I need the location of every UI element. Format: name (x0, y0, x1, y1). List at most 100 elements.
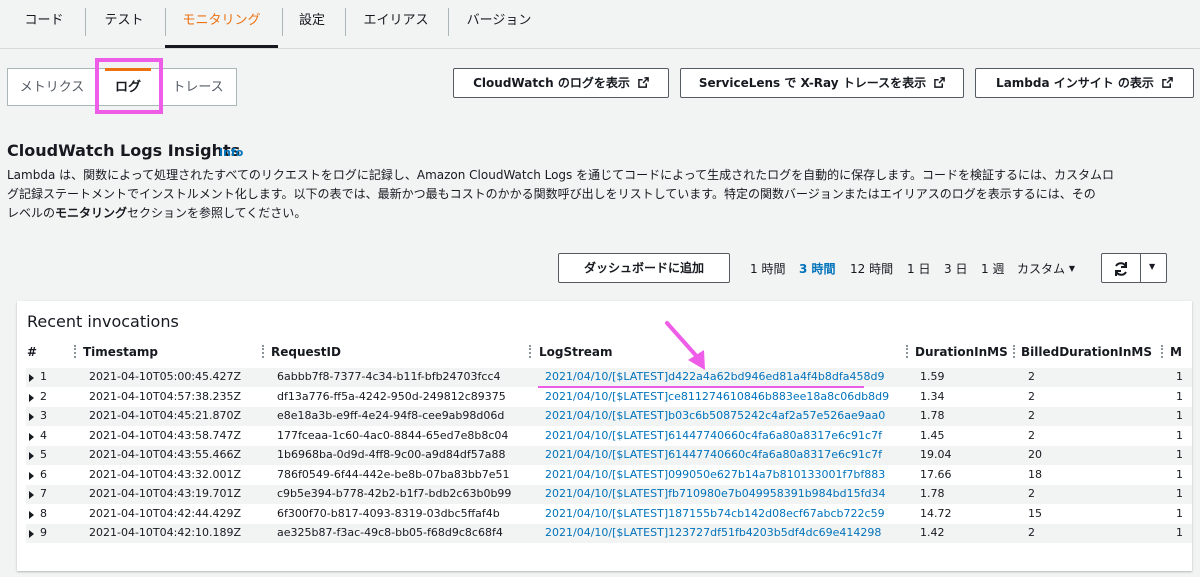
log-stream-link[interactable]: 2021/04/10/[$LATEST]d422a4a62bd946ed81a4… (545, 370, 884, 383)
log-stream-link[interactable]: 2021/04/10/[$LATEST]61447740660c4fa6a80a… (545, 448, 882, 461)
subtab-metrics[interactable]: メトリクス (7, 68, 97, 106)
column-resize-handle[interactable] (262, 345, 267, 358)
column-header[interactable]: M (1170, 345, 1182, 359)
request-id-cell: 1b6968ba-0d9d-4ff8-9c00-a9d84df57a88 (277, 448, 506, 461)
range-12h[interactable]: 12 時間 (850, 260, 893, 277)
view-cloudwatch-logs-label: CloudWatch のログを表示 (473, 76, 630, 90)
tab-divider (282, 8, 283, 36)
expand-row-icon[interactable] (29, 432, 34, 441)
column-header[interactable]: BilledDurationInMS (1021, 345, 1152, 359)
tab-versions[interactable]: バージョン (456, 0, 542, 47)
row-number: 3 (40, 409, 47, 422)
expand-row-icon[interactable] (29, 452, 34, 460)
log-stream-link[interactable]: 2021/04/10/[$LATEST]099050e627b14a7b8101… (545, 468, 885, 481)
expand-row-icon[interactable] (29, 491, 34, 499)
billed-duration-cell: 2 (1028, 389, 1035, 403)
row-number: 2 (40, 389, 47, 403)
column-header[interactable]: RequestID (271, 345, 341, 359)
external-link-icon (1162, 77, 1173, 88)
column-header[interactable]: Timestamp (83, 345, 158, 359)
memory-cell: 1 (1176, 526, 1183, 539)
expand-row-icon[interactable] (29, 413, 34, 421)
table-row[interactable]: 1 2021-04-10T05:00:45.427Z 6abbb7f8-7377-4… (26, 368, 1192, 387)
memory-cell: 1 (1176, 448, 1183, 461)
range-1d[interactable]: 1 日 (907, 260, 930, 277)
description-text: レベルの (7, 206, 56, 220)
caret-down-icon: ▼ (1068, 264, 1075, 273)
timestamp-cell: 2021-04-10T04:42:10.189Z (89, 526, 242, 539)
custom-range-dropdown[interactable]: カスタム ▼ (1017, 260, 1075, 277)
view-xray-traces-button[interactable]: ServiceLens で X-Ray トレースを表示 (680, 68, 964, 98)
range-3h[interactable]: 3 時間 (799, 260, 836, 277)
range-1h[interactable]: 1 時間 (750, 260, 785, 277)
tab-aliases[interactable]: エイリアス (352, 0, 440, 47)
table-row[interactable]: 7 2021-04-10T04:43:19.701Z c9b5e394-b778-4… (26, 485, 1192, 504)
expand-row-icon[interactable] (29, 510, 34, 519)
tab-test[interactable]: テスト (92, 0, 156, 47)
row-number: 7 (40, 487, 47, 500)
billed-duration-cell: 2 (1028, 526, 1035, 539)
view-xray-traces-label: ServiceLens で X-Ray トレースを表示 (698, 76, 927, 90)
expand-row-icon[interactable] (29, 374, 34, 382)
description-line: Lambda は、関数によって処理されたすべてのリクエストをログに記録し、Ama… (7, 168, 1114, 182)
timestamp-cell: 2021-04-10T05:00:45.427Z (89, 370, 242, 383)
memory-cell: 1 (1176, 506, 1183, 520)
duration-cell: 1.78 (920, 409, 945, 422)
section-title: CloudWatch Logs Insights (7, 141, 241, 160)
request-id-cell: 6f300f70-b817-4093-8319-03dbc5ffaf4b (277, 506, 500, 520)
table-row[interactable]: 6 2021-04-10T04:43:32.001Z 786f0549-6f44-4… (26, 466, 1192, 485)
annotation-highlight-box (95, 58, 163, 114)
range-1w[interactable]: 1 週 (981, 260, 1004, 277)
subtab-traces[interactable]: トレース (159, 68, 237, 106)
view-cloudwatch-logs-button[interactable]: CloudWatch のログを表示 (453, 68, 669, 98)
request-id-cell: 786f0549-6f44-442e-be8b-07ba83bb7e51 (277, 467, 510, 481)
table-row[interactable]: 8 2021-04-10T04:42:44.429Z 6f300f70-b817-4… (26, 505, 1192, 524)
log-stream-link[interactable]: 2021/04/10/[$LATEST]187155b74cb142d08ecf… (545, 507, 885, 520)
refresh-icon[interactable] (1113, 261, 1129, 277)
recent-invocations-panel: Recent invocations # Timestamp RequestID… (17, 301, 1192, 571)
duration-cell: 1.45 (920, 428, 945, 442)
expand-row-icon[interactable] (29, 530, 34, 538)
column-header[interactable]: DurationInMS (915, 345, 1008, 359)
tab-settings[interactable]: 設定 (288, 0, 336, 47)
description-line: グ記録ステートメントでインストルメント化します。以下の表では、最新かつ最もコスト… (7, 187, 1096, 201)
log-stream-link[interactable]: 2021/04/10/[$LATEST]61447740660c4fa6a80a… (545, 429, 882, 442)
log-stream-link[interactable]: 2021/04/10/[$LATEST]123727df51fb4203b5df… (545, 526, 881, 539)
duration-cell: 19.04 (920, 448, 952, 461)
column-resize-handle[interactable] (1161, 345, 1166, 358)
view-lambda-insights-button[interactable]: Lambda インサイト の表示 (975, 68, 1194, 98)
expand-row-icon[interactable] (29, 471, 34, 480)
table-row[interactable]: 2 2021-04-10T04:57:38.235Z df13a776-ff5a-4… (26, 388, 1192, 407)
column-resize-handle[interactable] (906, 345, 911, 358)
info-link[interactable]: Info (219, 146, 243, 159)
caret-down-icon[interactable]: ▼ (1149, 262, 1155, 271)
row-number: 6 (40, 467, 47, 481)
log-stream-link[interactable]: 2021/04/10/[$LATEST]ce811274610846b883ee… (545, 390, 889, 403)
add-to-dashboard-button[interactable]: ダッシュボードに追加 (558, 253, 730, 283)
log-stream-link[interactable]: 2021/04/10/[$LATEST]b03c6b50875242c4af2a… (545, 409, 885, 422)
description-text: セクションを参照してください。 (127, 206, 307, 220)
column-resize-handle[interactable] (74, 345, 79, 358)
billed-duration-cell: 18 (1028, 467, 1042, 481)
table-row[interactable]: 9 2021-04-10T04:42:10.189Z ae325b87-f3ac-4… (26, 524, 1192, 543)
column-resize-handle[interactable] (529, 345, 534, 358)
refresh-control: ▼ (1101, 253, 1167, 283)
tab-divider (85, 8, 86, 36)
request-id-cell: 177fceaa-1c60-4ac0-8844-65ed7e8b8c04 (277, 428, 509, 442)
expand-row-icon[interactable] (29, 393, 34, 402)
range-3d[interactable]: 3 日 (944, 260, 967, 277)
row-number: 8 (40, 506, 47, 520)
memory-cell: 1 (1176, 409, 1183, 422)
request-id-cell: e8e18a3b-e9ff-4e24-94f8-cee9ab98d06d (277, 409, 505, 422)
column-header[interactable]: LogStream (539, 345, 613, 359)
row-number: 9 (40, 526, 47, 539)
tab-monitoring[interactable]: モニタリング (165, 0, 278, 48)
tab-code[interactable]: コード (12, 0, 76, 47)
duration-cell: 14.72 (920, 506, 952, 520)
table-row[interactable]: 4 2021-04-10T04:43:58.747Z 177fceaa-1c60-4… (26, 427, 1192, 446)
table-row[interactable]: 3 2021-04-10T04:45:21.870Z e8e18a3b-e9ff-4… (26, 407, 1192, 426)
request-id-cell: df13a776-ff5a-4242-950d-249812c89375 (277, 389, 506, 403)
table-row[interactable]: 5 2021-04-10T04:43:55.466Z 1b6968ba-0d9d-4… (26, 446, 1192, 465)
column-resize-handle[interactable] (1013, 345, 1018, 358)
log-stream-link[interactable]: 2021/04/10/[$LATEST]fb710980e7b049958391… (545, 487, 885, 500)
